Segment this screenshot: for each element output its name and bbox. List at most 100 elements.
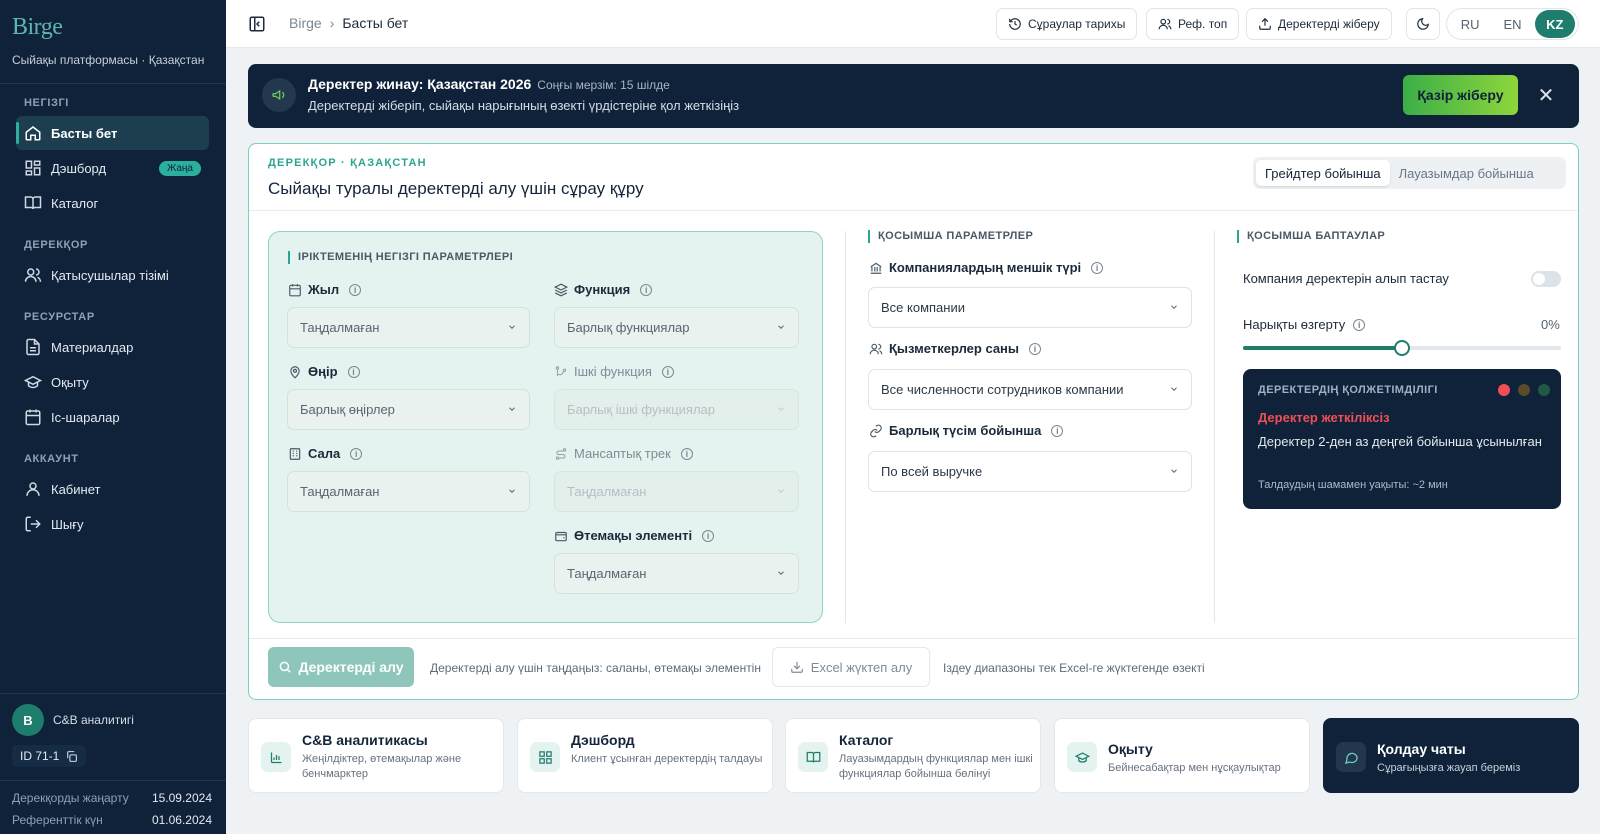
sidebar-item-participants[interactable]: Қатысушылар тізімі (16, 258, 209, 292)
tile-cb-analytics[interactable]: C&B аналитикасы Жеңілдіктер, өтемақылар … (248, 718, 504, 793)
revenue-select-value: По всей выручке (881, 464, 983, 479)
breadcrumb-separator-icon: › (329, 15, 335, 31)
sidebar-item-label: Басты бет (51, 125, 118, 141)
chevron-down-icon (778, 325, 784, 329)
language-switcher: RU EN KZ (1446, 8, 1579, 40)
region-select[interactable]: Барлық өңірлер (287, 389, 530, 430)
copy-icon[interactable] (65, 750, 78, 763)
tile-title: Оқыту (1108, 741, 1153, 757)
ref-date-label: Референттік күн (12, 813, 103, 827)
graduation-cap-icon (1067, 742, 1097, 772)
industry-label: Сала i (288, 446, 363, 461)
submit-now-button[interactable]: Қазір жіберу (1403, 75, 1518, 115)
career-track-select-value: Таңдалмаған (567, 484, 647, 499)
chevron-down-icon (509, 325, 515, 329)
sidebar-item-cabinet[interactable]: Кабинет (16, 472, 209, 506)
moon-icon (1417, 18, 1429, 30)
excel-download-button[interactable]: Excel жүктеп алу (772, 647, 930, 687)
sidebar-item-label: Кабинет (51, 481, 101, 497)
sidebar-toggle-icon[interactable] (248, 15, 266, 33)
comp-element-select[interactable]: Таңдалмаған (554, 553, 799, 594)
home-icon (25, 126, 41, 141)
book-icon (798, 742, 828, 772)
availability-status: Деректер жеткіліксіз (1258, 410, 1390, 425)
avatar[interactable]: B (12, 704, 44, 736)
sidebar-section-db: ДЕРЕКҚОР (24, 239, 88, 251)
db-update-label: Дерекқорды жаңарту (12, 791, 129, 805)
function-select[interactable]: Барлық функциялар (554, 307, 799, 348)
sidebar-item-catalog[interactable]: Каталог (16, 186, 209, 220)
tile-catalog[interactable]: Каталог Лауазымдардың функциялар мен ішк… (785, 718, 1041, 793)
info-icon[interactable]: i (1353, 318, 1366, 331)
tile-title: Каталог (839, 732, 894, 748)
year-select[interactable]: Таңдалмаған (287, 307, 530, 348)
info-icon[interactable]: i (640, 283, 653, 296)
slider-handle[interactable] (1394, 340, 1410, 356)
banner-deadline: Соңғы мерзім: 15 шілде (537, 78, 670, 92)
ownership-label-text: Компаниялардың меншік түрі (889, 260, 1082, 275)
search-icon (280, 661, 292, 673)
subfunction-select-value: Барлық ішкі функциялар (567, 402, 715, 417)
lang-ru[interactable]: RU (1450, 10, 1490, 38)
info-icon[interactable]: i (661, 365, 674, 378)
location-pin-icon (290, 365, 300, 379)
info-icon[interactable]: i (1029, 342, 1042, 355)
info-icon[interactable]: i (1051, 424, 1064, 437)
availability-panel: ДЕРЕКТЕРДІҢ ҚОЛЖЕТІМДІЛІГІ Деректер жетк… (1243, 369, 1561, 509)
history-button[interactable]: Сұраулар тарихы (996, 8, 1138, 40)
sidebar-item-label: Іс-шаралар (51, 409, 120, 425)
tab-by-position[interactable]: Лауазымдар бойынша (1390, 160, 1543, 186)
calendar-icon (25, 409, 41, 426)
send-data-button[interactable]: Деректерді жіберу (1246, 8, 1392, 40)
theme-toggle-button[interactable] (1406, 8, 1440, 40)
sidebar-item-events[interactable]: Іс-шаралар (16, 400, 209, 434)
megaphone-icon (262, 78, 296, 112)
info-icon[interactable]: i (350, 447, 363, 460)
user-id-chip[interactable]: ID 71-1 (12, 745, 87, 767)
tile-support-chat[interactable]: Қолдау чаты Сұрағыңызға жауап береміз (1323, 718, 1579, 793)
banner-subtitle: Деректерді жіберіп, сыйақы нарығының өзе… (308, 98, 740, 113)
tile-training[interactable]: Оқыту Бейнесабақтар мен нұсқаулықтар (1054, 718, 1310, 793)
info-icon[interactable]: i (347, 365, 360, 378)
revenue-select[interactable]: По всей выручке (868, 451, 1192, 492)
db-update-value: 15.09.2024 (151, 791, 212, 805)
breadcrumb-root[interactable]: Birge (289, 15, 322, 31)
subfunction-label: Ішкі функция i (554, 364, 674, 379)
breadcrumb: Birge › Басты бет (289, 15, 408, 31)
tile-dashboard[interactable]: Дэшборд Клиент ұсынған деректердің талда… (517, 718, 773, 793)
availability-heading: ДЕРЕКТЕРДІҢ ҚОЛЖЕТІМДІЛІГІ (1258, 384, 1438, 396)
info-icon[interactable]: i (1091, 261, 1104, 274)
logo[interactable]: Birge (12, 14, 63, 41)
db-update-row: Дерекқорды жаңарту 15.09.2024 (12, 791, 212, 805)
lang-kz[interactable]: KZ (1534, 10, 1575, 38)
lang-en[interactable]: EN (1492, 10, 1532, 38)
year-label-text: Жыл (308, 282, 340, 297)
sidebar-section-resources: РЕСУРСТАР (24, 311, 95, 323)
sidebar-item-logout[interactable]: Шығу (16, 507, 209, 541)
ownership-select[interactable]: Все компании (868, 287, 1192, 328)
query-builder-card: ДЕРЕКҚОР · ҚАЗАҚСТАН Сыйақы туралы дерек… (248, 143, 1579, 700)
sidebar-item-training[interactable]: Оқыту (16, 365, 209, 399)
branch-icon (555, 365, 567, 376)
tab-by-grade[interactable]: Грейдтер бойынша (1256, 160, 1390, 186)
info-icon[interactable]: i (680, 447, 693, 460)
bank-icon (870, 262, 882, 274)
user-icon (26, 482, 40, 496)
subfunction-label-text: Ішкі функция (574, 364, 652, 379)
send-data-label: Деректерді жіберу (1278, 17, 1380, 31)
close-icon[interactable]: ✕ (1535, 84, 1557, 107)
ref-group-button[interactable]: Реф. топ (1146, 8, 1240, 40)
industry-select[interactable]: Таңдалмаған (287, 471, 530, 512)
sidebar-item-dashboard[interactable]: Дэшборд Жаңа (16, 151, 209, 185)
analysis-time: Талдаудың шамамен уақыты: ~2 мин (1258, 479, 1448, 491)
get-data-button[interactable]: Деректерді алу (268, 647, 414, 687)
basic-params-heading: ІРІКТЕМЕНІҢ НЕГІЗГІ ПАРАМЕТРЛЕРІ (288, 251, 513, 264)
sidebar-item-materials[interactable]: Материалдар (16, 330, 209, 364)
info-icon[interactable]: i (702, 529, 715, 542)
info-icon[interactable]: i (349, 283, 362, 296)
headcount-select[interactable]: Все численности сотрудников компании (868, 369, 1192, 410)
tile-desc: Жеңілдіктер, өтемақылар және бенчмарктер (302, 753, 462, 780)
market-shift-slider[interactable] (1243, 340, 1561, 356)
exclude-company-toggle[interactable] (1531, 271, 1561, 287)
sidebar-item-home[interactable]: Басты бет (16, 116, 209, 150)
